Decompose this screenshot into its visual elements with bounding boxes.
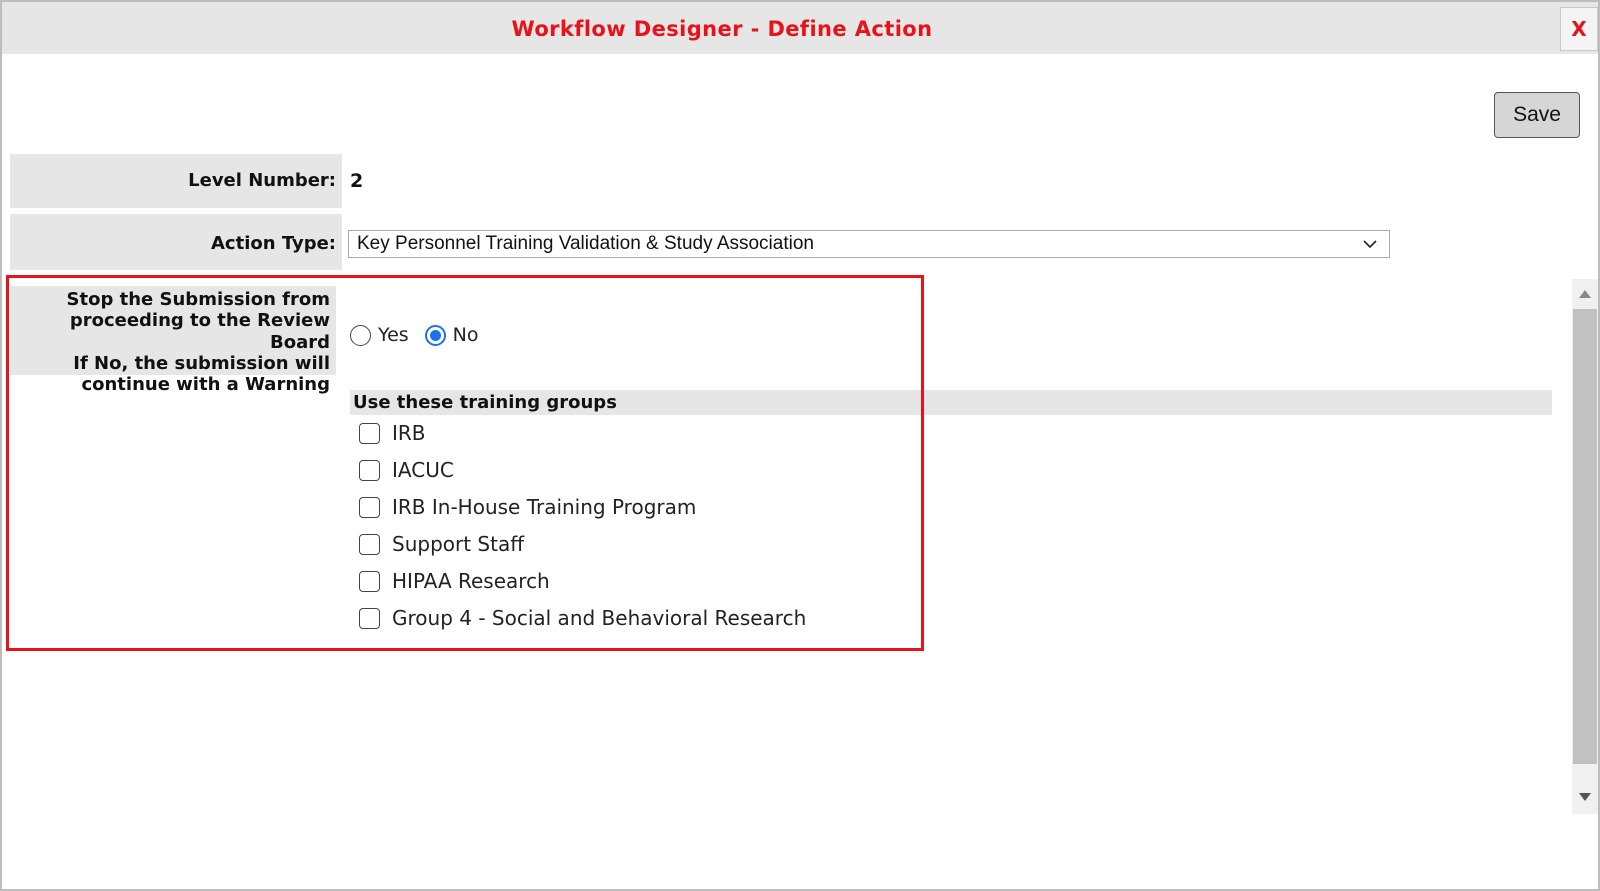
stop-submission-label: Stop the Submission from proceeding to t… [10,286,336,395]
action-type-label: Action Type: [10,214,342,270]
stop-label-line: continue with a Warning [81,374,330,396]
close-button[interactable]: X [1560,7,1598,51]
training-group-label[interactable]: Group 4 - Social and Behavioral Research [392,606,806,630]
no-radio[interactable] [424,324,446,346]
training-group-group4[interactable]: Group 4 - Social and Behavioral Research [359,603,806,633]
action-type-select[interactable]: Key Personnel Training Validation & Stud… [348,230,1390,258]
training-group-irb[interactable]: IRB [359,418,426,448]
no-radio-label[interactable]: No [453,324,479,346]
stop-label-line: If No, the submission will [73,352,330,374]
save-button[interactable]: Save [1494,92,1580,138]
training-group-label[interactable]: IACUC [392,458,454,482]
training-group-checkbox[interactable] [359,607,380,629]
yes-radio-label[interactable]: Yes [378,324,409,346]
level-number-value: 2 [350,170,364,192]
action-type-selected-value: Key Personnel Training Validation & Stud… [357,233,814,254]
arrow-down-icon[interactable] [1578,792,1592,802]
arrow-up-icon[interactable] [1578,289,1592,299]
training-group-hipaa[interactable]: HIPAA Research [359,566,550,596]
stop-label-line: proceeding to the Review Board [69,310,330,353]
training-groups-header: Use these training groups [350,390,1552,415]
title-bar: Workflow Designer - Define Action X [2,2,1598,54]
training-group-label[interactable]: IRB In-House Training Program [392,495,696,519]
scrollbar-thumb[interactable] [1573,309,1597,764]
training-group-iacuc[interactable]: IACUC [359,455,454,485]
training-group-label[interactable]: HIPAA Research [392,569,550,593]
dialog-title: Workflow Designer - Define Action [511,17,933,41]
training-group-checkbox[interactable] [359,570,380,592]
stop-submission-radio-group: Yes No [350,320,495,350]
training-group-checkbox[interactable] [359,496,380,518]
define-action-dialog: Workflow Designer - Define Action X Save… [0,0,1600,891]
training-group-checkbox[interactable] [359,533,380,555]
chevron-down-icon [1363,240,1377,249]
vertical-scrollbar[interactable] [1572,279,1598,814]
training-group-label[interactable]: IRB [392,421,426,445]
stop-label-line: Stop the Submission from [66,289,330,310]
training-group-support-staff[interactable]: Support Staff [359,529,524,559]
training-group-checkbox[interactable] [359,459,380,481]
level-number-label: Level Number: [10,154,342,208]
training-group-checkbox[interactable] [359,422,380,444]
training-group-label[interactable]: Support Staff [392,532,524,556]
training-group-irb-in-house[interactable]: IRB In-House Training Program [359,492,696,522]
yes-radio[interactable] [350,324,371,346]
